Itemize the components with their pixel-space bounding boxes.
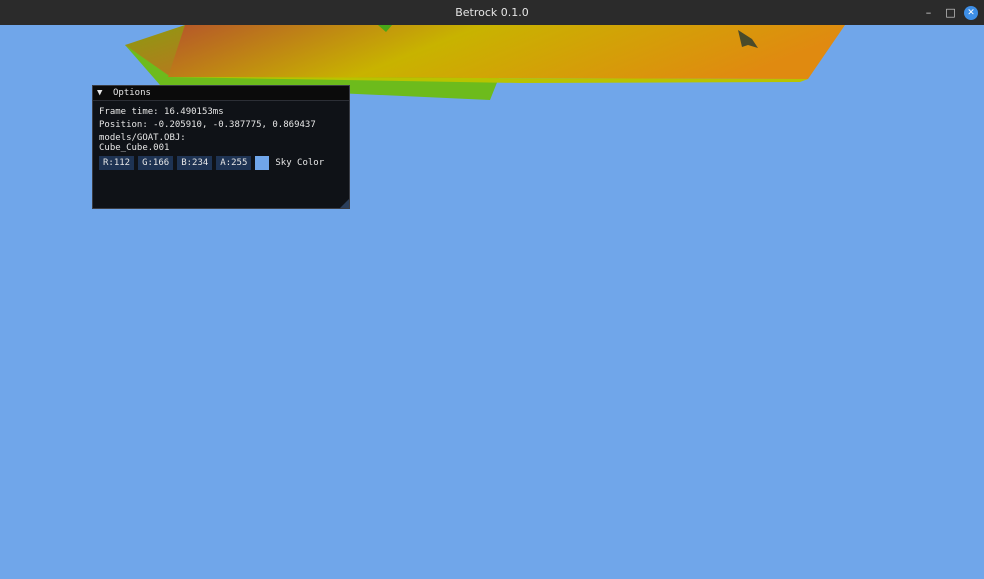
window-title: Betrock 0.1.0 xyxy=(455,6,529,19)
position-text: Position: -0.205910, -0.387775, 0.869437 xyxy=(99,120,316,130)
options-header[interactable]: ▼ Options xyxy=(93,86,349,101)
close-button[interactable]: ✕ xyxy=(964,6,978,20)
model-name-text: Cube_Cube.001 xyxy=(99,143,170,153)
model-path-text: models/GOAT.OBJ: xyxy=(99,133,186,143)
sky-color-label: Sky Color xyxy=(275,158,325,168)
sky-color-swatch[interactable] xyxy=(255,156,270,170)
render-viewport[interactable]: ▼ Options Frame time: 16.490153ms Positio… xyxy=(0,25,984,579)
resize-grip-icon[interactable] xyxy=(340,199,349,208)
options-panel[interactable]: ▼ Options Frame time: 16.490153ms Positio… xyxy=(92,85,350,209)
options-title: Options xyxy=(113,88,151,98)
model-face-main xyxy=(168,25,845,79)
maximize-button[interactable]: □ xyxy=(943,5,958,20)
sky-color-g-field[interactable]: G:166 xyxy=(138,156,174,170)
minimize-button[interactable]: – xyxy=(921,5,936,20)
sky-color-a-field[interactable]: A:255 xyxy=(216,156,252,170)
collapse-arrow-icon[interactable]: ▼ xyxy=(97,86,107,100)
frame-time-text: Frame time: 16.490153ms xyxy=(99,107,224,117)
title-bar: Betrock 0.1.0 – □ ✕ xyxy=(0,0,984,25)
sky-color-editor: R:112 G:166 B:234 A:255 Sky Color xyxy=(99,156,324,170)
sky-color-r-field[interactable]: R:112 xyxy=(99,156,135,170)
sky-color-b-field[interactable]: B:234 xyxy=(177,156,213,170)
